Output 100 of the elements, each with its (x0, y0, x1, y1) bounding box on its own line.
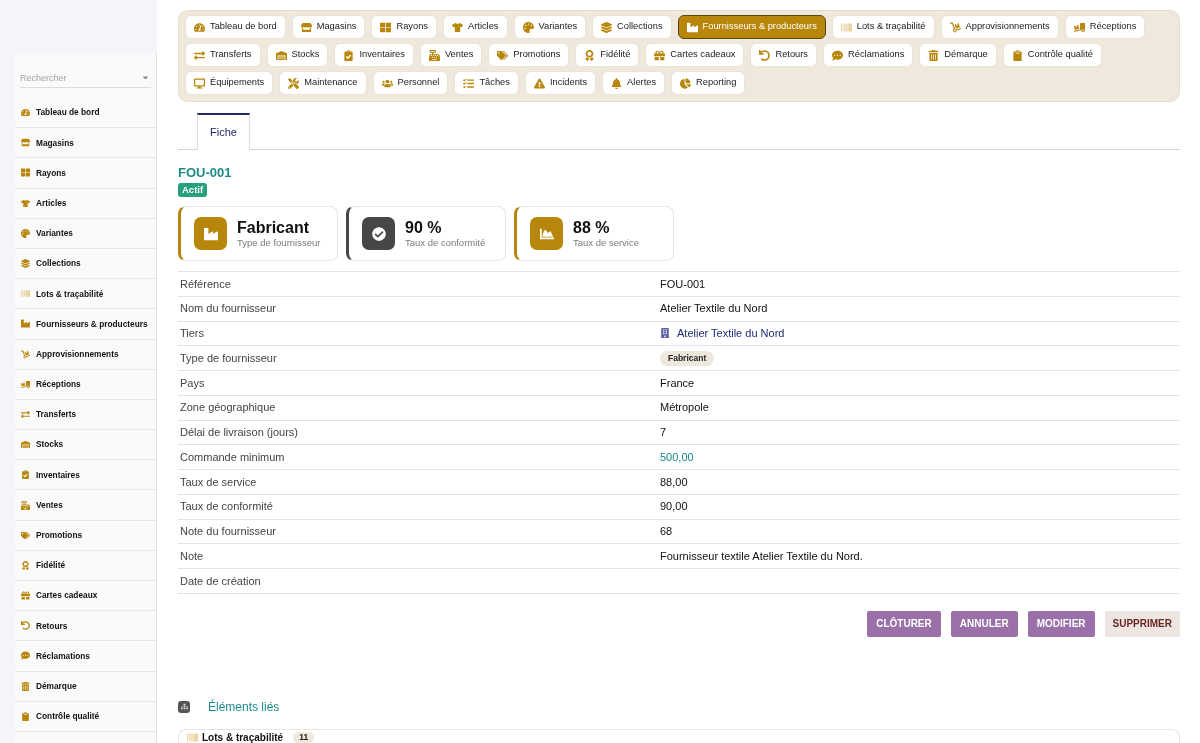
stat-value: Fabricant (237, 218, 310, 237)
field-label: Taux de service (180, 475, 257, 488)
sidebar-item[interactable]: Variantes (15, 218, 156, 249)
module-button[interactable]: Équipements (185, 71, 274, 95)
field-value: Métropole (660, 400, 709, 416)
sidebar-item[interactable]: Démarque (15, 671, 156, 702)
field-value: 88,00 (660, 474, 688, 490)
module-button[interactable]: Promotions (488, 43, 570, 67)
field-label: Note (180, 549, 204, 562)
module-button[interactable]: Transferts (185, 43, 261, 67)
truck-icon (1073, 21, 1085, 33)
sidebar-item[interactable]: Réclamations (15, 641, 156, 672)
sidebar-item[interactable]: Ventes (15, 490, 156, 521)
sidebar-item[interactable]: Collections (15, 248, 156, 280)
building-icon (660, 328, 670, 339)
module-button[interactable]: Variantes (513, 15, 587, 39)
field-label: Date de création (180, 574, 261, 587)
field-label: Référence (180, 277, 231, 290)
field-label: Type de fournisseur (180, 351, 277, 364)
module-button[interactable]: Personnel (372, 71, 449, 95)
sidebar-item[interactable]: Transferts (15, 399, 156, 431)
clipboard-check-icon (343, 49, 355, 61)
store-icon (300, 21, 312, 33)
sidebar-item[interactable]: Cartes cadeaux (15, 581, 156, 612)
gift-icon (21, 591, 30, 601)
module-button[interactable]: Tableau de bord (185, 15, 286, 39)
module-button[interactable]: Reporting (671, 71, 746, 95)
sidebar-item[interactable]: Tableau de bord (15, 98, 156, 129)
module-button[interactable]: Inventaires (334, 43, 414, 67)
sidebar-item[interactable]: Approvisionnements (15, 339, 156, 370)
field-label: Nom du fournisseur (180, 302, 276, 315)
clipboard-check-icon (21, 470, 30, 480)
module-button[interactable]: Rayons (371, 15, 437, 39)
gift-icon (654, 49, 666, 61)
cash-register-icon (21, 500, 30, 510)
module-button[interactable]: Démarque (919, 43, 997, 67)
field-label: Tiers (180, 327, 205, 340)
sidebar-item[interactable]: Lots & traçabilité (15, 279, 156, 310)
module-button[interactable]: Contrôle qualité (1002, 43, 1102, 67)
store-icon (21, 138, 30, 148)
module-button[interactable]: Réceptions (1064, 15, 1146, 39)
undo-icon (21, 621, 30, 631)
module-button[interactable]: Maintenance (279, 71, 367, 95)
edit-button[interactable]: MODIFIER (1027, 610, 1095, 637)
module-button[interactable]: Tâches (454, 71, 519, 95)
sidebar-item[interactable]: Rayons (15, 158, 156, 189)
fiche-tab[interactable]: Fiche (197, 113, 250, 150)
field-label: Zone géographique (180, 401, 276, 414)
trash-icon (928, 49, 940, 61)
module-button[interactable]: Réclamations (823, 43, 914, 67)
sidebar-item[interactable]: Contrôle qualité (15, 701, 156, 732)
module-button[interactable]: Lots & traçabilité (831, 15, 935, 39)
pie-chart-icon (680, 77, 692, 89)
grid-icon (21, 168, 30, 178)
stat-value: 90 % (405, 218, 443, 237)
dolly-icon (21, 349, 30, 359)
module-button[interactable]: Articles (443, 15, 508, 39)
sidebar-item[interactable]: Promotions (15, 520, 156, 551)
factory-icon (686, 21, 698, 33)
module-button[interactable]: Incidents (524, 71, 597, 95)
close-record-button[interactable]: CLÔTURER (867, 610, 941, 637)
field-value: 7 (660, 425, 667, 441)
chat-bubble-icon (832, 49, 844, 61)
cancel-button[interactable]: ANNULER (950, 610, 1018, 637)
sidebar-item[interactable]: Réceptions (15, 369, 156, 400)
field-label: Délai de livraison (jours) (180, 426, 298, 439)
sidebar-item[interactable]: Articles (15, 188, 156, 219)
module-button[interactable]: Collections (592, 15, 672, 39)
module-button[interactable]: Stocks (266, 43, 329, 67)
group-title: Lots & traçabilité (202, 731, 284, 743)
module-button[interactable]: Retours (750, 43, 818, 67)
module-button[interactable]: Magasins (291, 15, 366, 39)
truck-icon (21, 379, 30, 389)
clipboard-icon (21, 711, 30, 721)
tshirt-icon (21, 198, 30, 208)
module-button[interactable]: Fidélité (575, 43, 640, 67)
tiers-link[interactable]: Atelier Textile du Nord (660, 325, 785, 342)
field-value: FOU-001 (660, 276, 706, 292)
module-button[interactable]: Alertes (602, 71, 666, 95)
module-button[interactable]: Approvisionnements (940, 15, 1059, 39)
module-button[interactable]: Cartes cadeaux (645, 43, 745, 67)
warehouse-icon (275, 49, 287, 61)
stat-label: Taux de service (573, 237, 639, 249)
field-value: 68 (660, 524, 673, 540)
clipboard-icon (1011, 49, 1023, 61)
swap-arrows-icon (194, 49, 205, 61)
bell-icon (611, 77, 623, 89)
swap-arrows-icon (21, 409, 30, 419)
module-button[interactable]: Ventes (419, 43, 483, 67)
sidebar-item[interactable]: Stocks (15, 430, 156, 461)
field-label: Commande minimum (180, 450, 285, 463)
trash-icon (21, 681, 30, 691)
sidebar-item[interactable]: Fidélité (15, 550, 156, 581)
sidebar-item[interactable]: Retours (15, 611, 156, 642)
search-field[interactable]: Rechercher (20, 68, 151, 88)
delete-button[interactable]: SUPPRIMER (1104, 610, 1180, 637)
sidebar-item[interactable]: Magasins (15, 128, 156, 159)
sitemap-icon (178, 700, 190, 713)
sidebar-item[interactable]: Inventaires (15, 460, 156, 491)
sidebar-item[interactable]: Fournisseurs & producteurs (15, 309, 156, 340)
